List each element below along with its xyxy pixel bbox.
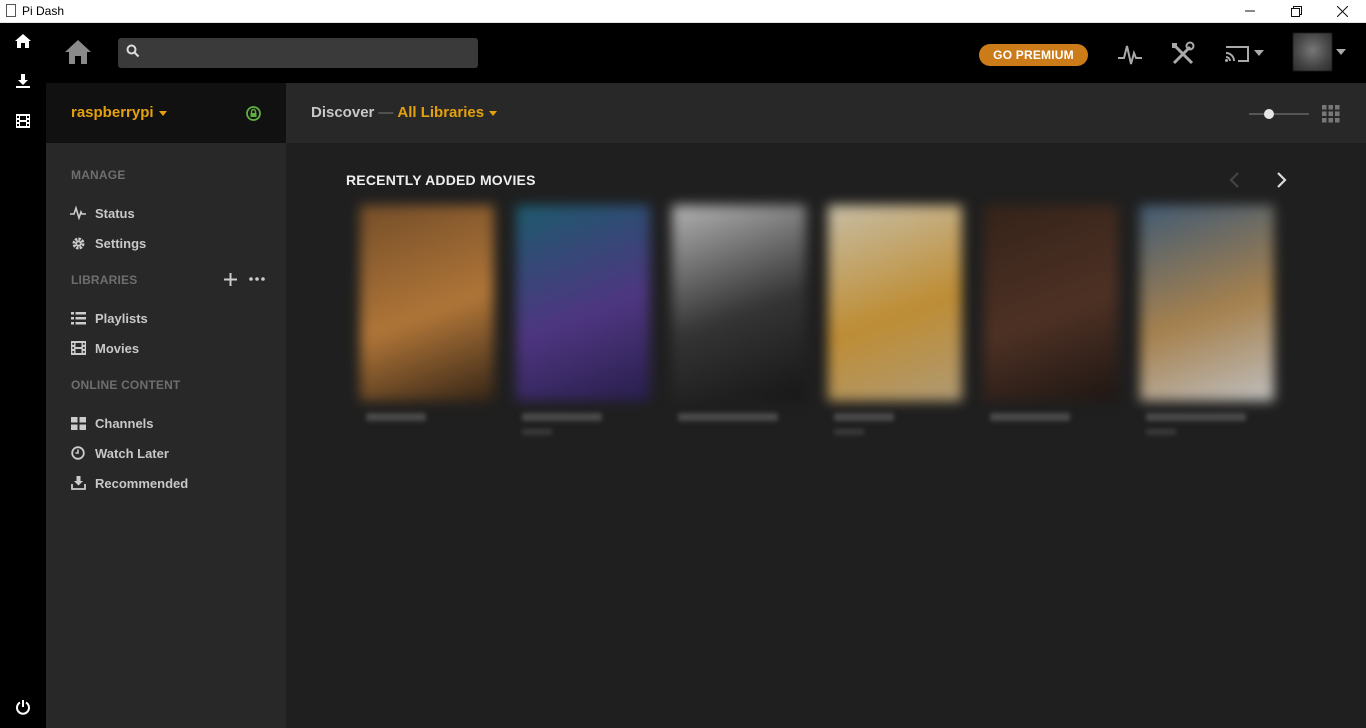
poster-card[interactable] xyxy=(672,205,806,401)
breadcrumb-discover[interactable]: Discover xyxy=(311,104,374,121)
sidebar-item-playlists[interactable]: Playlists xyxy=(70,307,148,329)
poster-title[interactable] xyxy=(678,413,778,421)
main-content: Discover — All Libraries RECENTLY ADDED MO… xyxy=(286,83,1366,728)
window-titlebar: Pi Dash xyxy=(0,0,1366,23)
restore-icon xyxy=(1290,5,1302,17)
tools-icon xyxy=(1172,41,1195,65)
app-icon xyxy=(6,4,16,17)
chevron-down-icon xyxy=(158,110,167,116)
settings-button[interactable] xyxy=(1169,40,1197,68)
poster-subtitle xyxy=(834,429,864,435)
lock-icon[interactable] xyxy=(246,106,261,121)
film-icon xyxy=(16,114,30,128)
home-icon xyxy=(15,34,31,48)
poster-card[interactable] xyxy=(828,205,962,401)
library-more-button[interactable] xyxy=(249,271,265,287)
top-bar: GO PREMIUM xyxy=(46,23,1366,83)
sidebar-item-label: Watch Later xyxy=(95,445,169,461)
poster-card[interactable] xyxy=(1140,205,1274,401)
library-selector[interactable]: All Libraries xyxy=(397,104,498,121)
home-icon xyxy=(65,40,91,64)
window-title: Pi Dash xyxy=(22,4,65,18)
breadcrumb: Discover — All Libraries xyxy=(311,104,498,121)
go-premium-button[interactable]: GO PREMIUM xyxy=(979,44,1088,66)
list-icon xyxy=(70,310,86,326)
sidebar-item-label: Recommended xyxy=(95,475,189,491)
chevron-left-icon xyxy=(1229,172,1239,188)
sidebar: raspberrypi MANAGE Status Settings LIBRA… xyxy=(46,83,286,728)
poster-subtitle xyxy=(522,429,552,435)
poster-card[interactable] xyxy=(360,205,494,401)
film-icon xyxy=(70,340,86,356)
grid-view-icon[interactable] xyxy=(1322,105,1340,123)
avatar[interactable] xyxy=(1293,33,1332,71)
sidebar-item-label: Status xyxy=(95,205,135,221)
sidebar-item-watch-later[interactable]: Watch Later xyxy=(70,442,169,464)
cast-button[interactable] xyxy=(1222,40,1266,68)
libraries-section-label: LIBRARIES xyxy=(71,273,138,287)
hub-next-button[interactable] xyxy=(1273,170,1289,190)
sidebar-item-label: Settings xyxy=(95,235,147,251)
downloads-nav-button[interactable] xyxy=(13,71,33,91)
sidebar-item-movies[interactable]: Movies xyxy=(70,337,139,359)
breadcrumb-separator: — xyxy=(378,104,394,121)
search-icon xyxy=(126,44,142,60)
hub-prev-button[interactable] xyxy=(1227,170,1243,190)
close-icon xyxy=(1336,5,1348,17)
chevron-right-icon xyxy=(1277,172,1287,188)
sidebar-item-channels[interactable]: Channels xyxy=(70,412,154,434)
sidebar-item-recommended[interactable]: Recommended xyxy=(70,472,188,494)
sidebar-item-settings[interactable]: Settings xyxy=(70,232,146,254)
minimize-button[interactable] xyxy=(1227,0,1273,22)
close-button[interactable] xyxy=(1319,0,1365,22)
power-button[interactable] xyxy=(13,697,33,717)
activity-icon xyxy=(1118,45,1142,65)
add-library-button[interactable] xyxy=(224,271,237,287)
poster-title[interactable] xyxy=(1146,413,1246,421)
chevron-down-icon[interactable] xyxy=(1336,49,1346,55)
home-nav-button[interactable] xyxy=(13,31,33,51)
minimize-icon xyxy=(1245,10,1255,12)
cast-icon xyxy=(1225,46,1264,62)
clock-icon xyxy=(70,445,86,461)
download-icon xyxy=(16,74,30,88)
plus-icon xyxy=(224,272,237,286)
sidebar-item-label: Playlists xyxy=(95,310,148,326)
sidebar-item-label: Movies xyxy=(95,340,140,356)
power-icon xyxy=(16,700,30,715)
poster-title[interactable] xyxy=(522,413,602,421)
gear-icon xyxy=(70,235,86,251)
sidebar-item-label: Channels xyxy=(95,415,154,431)
grid-icon xyxy=(70,415,86,431)
restore-button[interactable] xyxy=(1273,0,1319,22)
media-nav-button[interactable] xyxy=(13,111,33,131)
server-selector[interactable]: raspberrypi xyxy=(46,83,286,143)
poster-subtitle xyxy=(1146,429,1176,435)
manage-section-label: MANAGE xyxy=(71,168,126,182)
poster-title[interactable] xyxy=(990,413,1070,421)
left-icon-bar xyxy=(0,23,46,728)
poster-size-slider[interactable] xyxy=(1249,107,1309,119)
sidebar-item-status[interactable]: Status xyxy=(70,202,135,224)
activity-icon xyxy=(70,205,86,221)
poster-title[interactable] xyxy=(366,413,426,421)
more-icon xyxy=(249,277,265,281)
home-button[interactable] xyxy=(64,39,92,67)
online-content-section-label: ONLINE CONTENT xyxy=(71,378,181,392)
activity-button[interactable] xyxy=(1116,40,1144,68)
hub-title[interactable]: RECENTLY ADDED MOVIES xyxy=(346,172,536,188)
search-input[interactable] xyxy=(118,38,478,68)
chevron-down-icon xyxy=(489,110,498,116)
poster-title[interactable] xyxy=(834,413,894,421)
poster-card[interactable] xyxy=(516,205,650,401)
server-name-label[interactable]: raspberrypi xyxy=(71,104,167,121)
poster-card[interactable] xyxy=(984,205,1118,401)
download-icon xyxy=(70,475,86,491)
main-header: Discover — All Libraries xyxy=(286,83,1366,143)
